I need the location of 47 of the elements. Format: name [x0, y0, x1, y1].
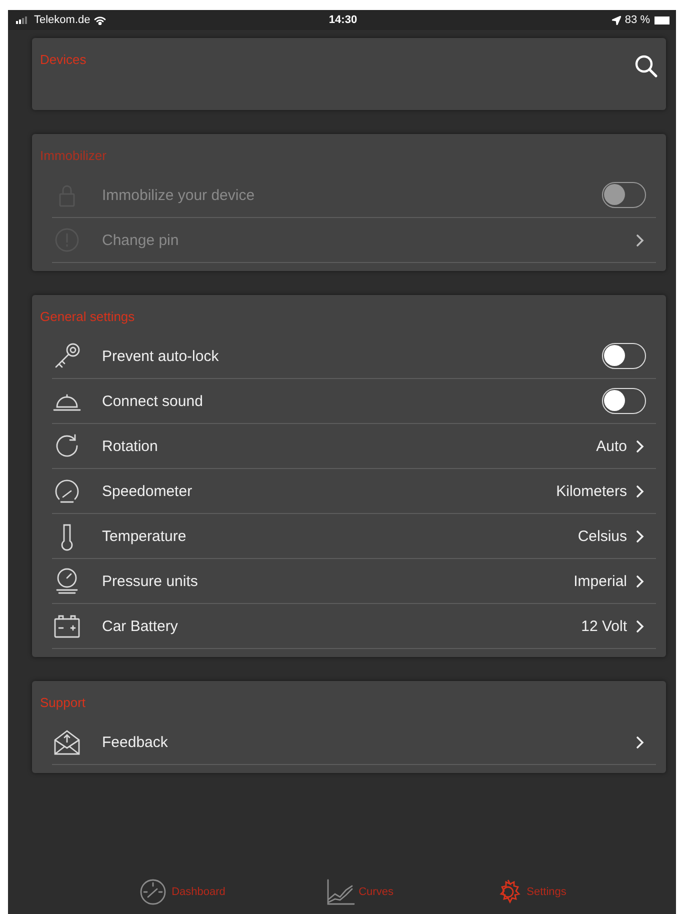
settings-row[interactable]: Pressure units Imperial	[52, 559, 656, 604]
row-value: Auto	[596, 438, 627, 454]
row-label: Car Battery	[102, 618, 178, 634]
battery-icon	[654, 16, 670, 24]
section-title: Support	[40, 694, 87, 712]
settings-row[interactable]: Temperature Celsius	[52, 514, 656, 559]
location-icon	[612, 16, 621, 24]
chevron-icon	[636, 620, 644, 632]
row-label: Rotation	[102, 438, 158, 454]
settings-row[interactable]: Rotation Auto	[52, 424, 656, 469]
settings-row[interactable]: Feedback	[52, 720, 656, 765]
chart-icon	[324, 877, 355, 907]
settings-row[interactable]: Car Battery 12 Volt	[52, 604, 656, 649]
section-title: Immobilizer	[40, 147, 108, 165]
toggle-switch[interactable]	[602, 343, 646, 369]
settings-row[interactable]: Prevent auto-lock	[52, 334, 656, 379]
row-label: Temperature	[102, 528, 186, 544]
row-value: Kilometers	[556, 482, 627, 500]
row-label: Prevent auto-lock	[102, 348, 219, 364]
section-title: General settings	[40, 308, 136, 326]
signal-icon	[16, 16, 30, 24]
row-value: Celsius	[578, 528, 627, 544]
row-label: Immobilize your device	[102, 186, 255, 204]
row-label: Feedback	[102, 734, 168, 750]
row-label: Speedometer	[102, 482, 192, 500]
row-label: Change pin	[102, 232, 179, 248]
dashboard-icon	[138, 877, 168, 907]
carrier-name: Telekom.de	[34, 14, 90, 26]
row-label: Pressure units	[102, 572, 198, 590]
row-value: 12 Volt	[581, 618, 627, 634]
section-title: Devices	[40, 51, 86, 69]
chevron-icon	[636, 440, 644, 452]
chevron-icon	[636, 484, 644, 498]
chevron-icon	[636, 530, 644, 542]
chevron-icon	[636, 736, 644, 748]
status-time: 14:30	[328, 14, 358, 26]
row-value: Imperial	[574, 572, 627, 590]
search-button[interactable]	[634, 54, 658, 78]
chevron-icon	[636, 574, 644, 588]
row-label: Connect sound	[102, 392, 203, 410]
search-icon	[634, 54, 658, 78]
battery-percent: 83 %	[624, 14, 650, 26]
toggle-switch[interactable]	[602, 388, 646, 414]
settings-row[interactable]: Speedometer Kilometers	[52, 469, 656, 514]
chevron-icon	[636, 234, 644, 246]
wifi-icon	[94, 16, 106, 24]
settings-row[interactable]: Connect sound	[52, 379, 656, 424]
